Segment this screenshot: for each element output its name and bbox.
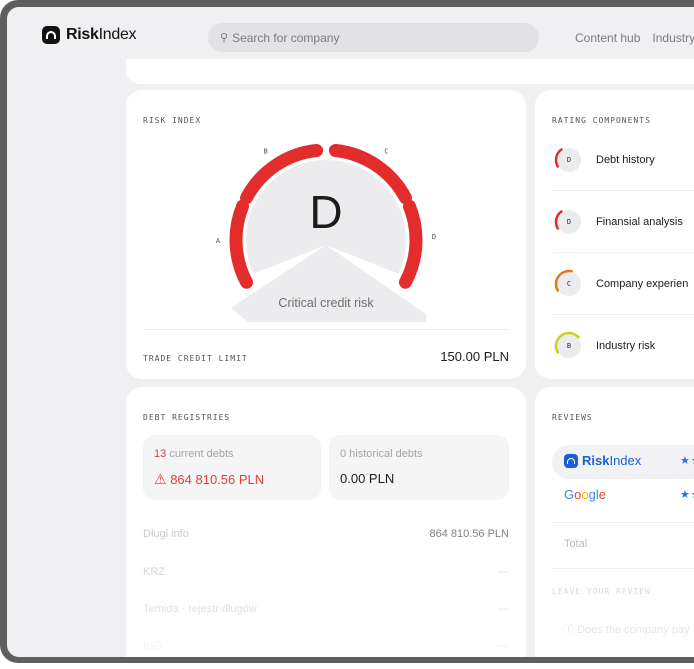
review-source-google[interactable]: Google ★★ <box>552 479 694 513</box>
registry-row[interactable]: BIG — <box>143 640 509 657</box>
question-icon: ⓘ <box>563 624 574 636</box>
search-placeholder: Search for company <box>232 30 340 45</box>
trade-credit-limit-value: 150.00 PLN <box>440 349 509 364</box>
reviews-card: REVIEWS RiskIndex ★★ Google ★★ Total LEA… <box>535 387 694 657</box>
rating-item-debt-history[interactable]: D Debt history <box>552 140 694 180</box>
rating-item-company-experience[interactable]: C Company experien <box>552 264 694 304</box>
rating-components-title: RATING COMPONENTS <box>552 116 651 125</box>
registry-name: Długi info <box>143 528 189 540</box>
search-input[interactable]: ⚲ Search for company <box>208 23 539 52</box>
search-icon: ⚲ <box>220 32 229 44</box>
review-source-riskindex[interactable]: RiskIndex ★★ <box>552 445 694 479</box>
historical-debts-box[interactable]: 0 historical debts 0.00 PLN <box>329 435 509 500</box>
divider <box>143 329 509 330</box>
mini-gauge-grade: C <box>567 280 571 288</box>
registry-value: — <box>498 603 509 615</box>
mini-gauge-grade: D <box>567 156 571 164</box>
google-logo: Google <box>564 487 606 502</box>
mini-gauge-icon: D <box>554 148 581 172</box>
logo-text: RiskIndex <box>66 26 137 43</box>
star-rating: ★★ <box>680 489 694 501</box>
risk-grade: D <box>309 186 343 238</box>
mini-gauge-icon: B <box>554 331 581 358</box>
app-screen: RiskIndex ⚲ Search for company Content h… <box>7 7 694 657</box>
current-debts-label: 13 current debts <box>154 448 234 460</box>
rating-item-industry-risk[interactable]: B Industry risk <box>552 326 694 366</box>
divider <box>552 522 694 523</box>
logo-icon <box>564 453 578 468</box>
riskindex-brand: Risk Index <box>564 453 641 468</box>
divider <box>552 568 694 569</box>
top-navigation: RiskIndex ⚲ Search for company Content h… <box>7 7 694 67</box>
rating-components-card: RATING COMPONENTS D Debt history D Finan… <box>535 90 694 379</box>
rating-item-name: Debt history <box>596 154 655 166</box>
gauge-label-b: B <box>263 147 267 155</box>
registry-row[interactable]: Długi info 864 810.56 PLN <box>143 528 509 548</box>
screenshot-frame: RiskIndex ⚲ Search for company Content h… <box>0 0 694 669</box>
current-debts-box[interactable]: 13 current debts ⚠ 864 810.56 PLN <box>143 435 321 500</box>
nav-links: Content hub Industry <box>575 31 694 45</box>
app-logo[interactable]: RiskIndex <box>42 26 137 44</box>
historical-debts-amount: 0.00 PLN <box>340 471 395 486</box>
registry-row[interactable]: Temida - rejestr długów — <box>143 603 509 623</box>
mini-gauge-grade: D <box>567 218 571 226</box>
risk-index-card: RISK INDEX A B C D D Critical credit ris… <box>126 90 526 379</box>
registry-row[interactable]: KRZ — <box>143 566 509 586</box>
rating-item-name: Finansial analysis <box>596 216 683 228</box>
mini-gauge-grade: B <box>567 342 571 350</box>
reviews-total-label: Total <box>564 538 588 550</box>
risk-status: Critical credit risk <box>278 296 374 310</box>
registry-name: Temida - rejestr długów <box>143 603 257 615</box>
divider <box>552 190 694 191</box>
registry-value: — <box>498 640 509 652</box>
star-rating: ★★ <box>680 455 694 467</box>
registry-value: — <box>498 566 509 578</box>
rating-item-name: Industry risk <box>596 340 656 352</box>
reviews-title: REVIEWS <box>552 413 593 422</box>
gauge-label-c: C <box>384 147 388 155</box>
divider <box>552 252 694 253</box>
trade-credit-limit-label: TRADE CREDIT LIMIT <box>143 354 248 363</box>
historical-debts-label: 0 historical debts <box>340 448 423 460</box>
rating-item-financial-analysis[interactable]: D Finansial analysis <box>552 202 694 242</box>
nav-link-content-hub[interactable]: Content hub <box>575 31 640 45</box>
mini-gauge-icon: C <box>554 269 581 296</box>
registry-name: KRZ <box>143 566 165 578</box>
rating-item-name: Company experien <box>596 278 689 290</box>
registry-name: BIG <box>143 640 162 652</box>
debt-registries-card: DEBT REGISTRIES 13 current debts ⚠ 864 8… <box>126 387 526 657</box>
mini-gauge-icon: D <box>554 210 581 234</box>
device-bezel: RiskIndex ⚲ Search for company Content h… <box>0 0 694 663</box>
summary-card-bottom <box>126 59 694 84</box>
review-question[interactable]: ⓘ Does the company pay <box>563 621 690 637</box>
nav-link-industry[interactable]: Industry <box>652 31 694 45</box>
divider <box>552 314 694 315</box>
warning-icon: ⚠ <box>154 471 167 487</box>
debt-registries-title: DEBT REGISTRIES <box>143 413 231 422</box>
logo-icon <box>42 26 60 44</box>
registry-value: 864 810.56 PLN <box>429 528 509 540</box>
leave-review-label: LEAVE YOUR REVIEW <box>552 587 651 596</box>
current-debts-amount: ⚠ 864 810.56 PLN <box>154 471 265 487</box>
